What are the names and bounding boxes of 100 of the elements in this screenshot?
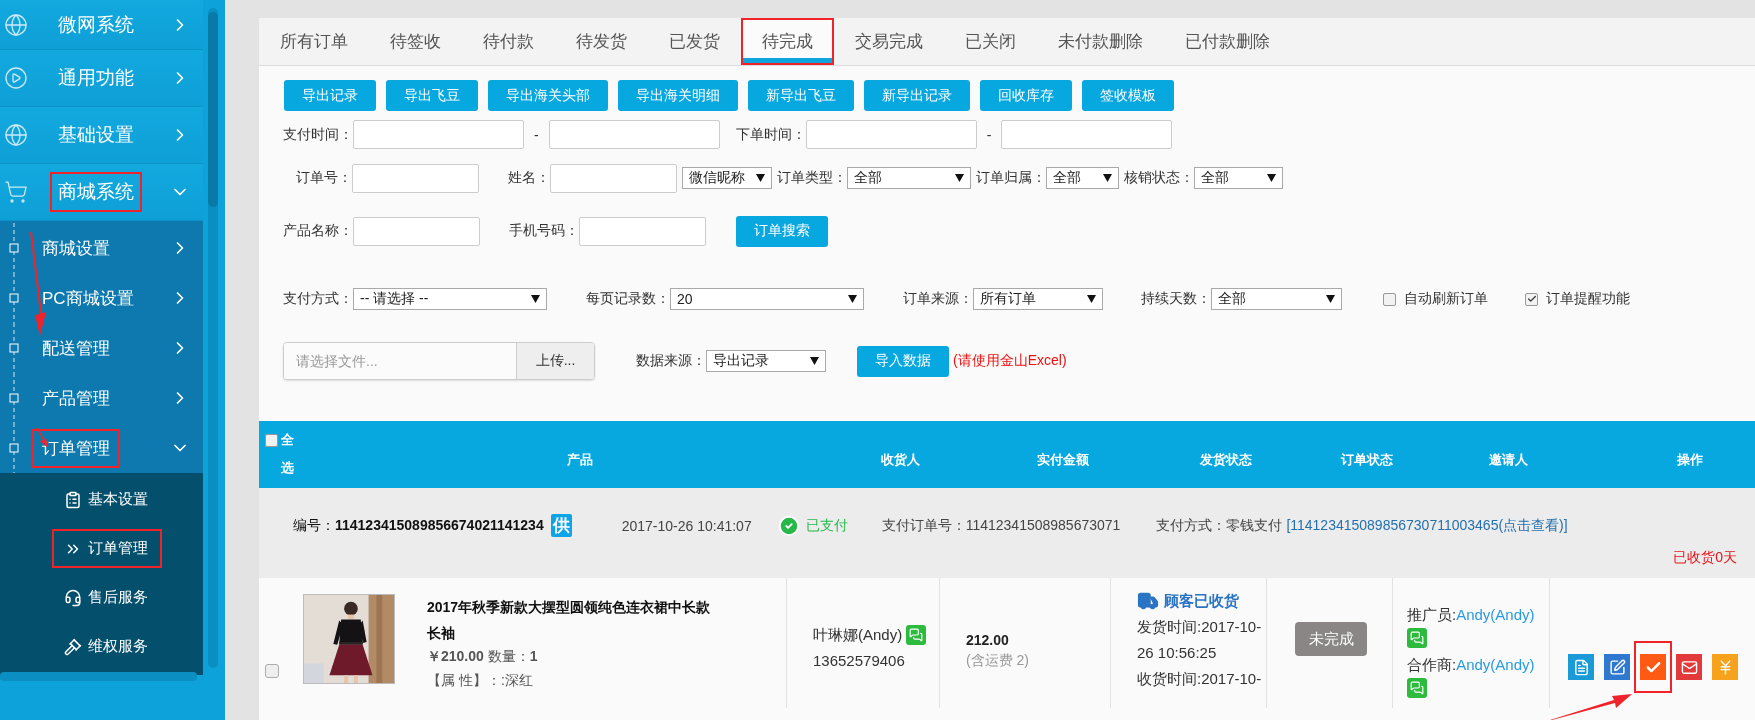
field-label: 产品名称： [283,222,353,240]
select-dropdown[interactable]: 导出记录 [706,350,826,372]
hint-text: (请使用金山Excel) [953,352,1067,370]
range-separator: - [534,126,539,143]
select-dropdown[interactable]: 全部 [847,167,971,189]
submenu-item[interactable]: 订单管理 [0,524,203,573]
checkbox[interactable] [265,664,279,678]
product-price: ￥210.00 数量：1 [427,648,539,666]
tab[interactable]: 待完成 [741,18,834,65]
date-input[interactable] [1001,120,1173,149]
scrollbar[interactable] [208,8,218,668]
text-input[interactable] [550,163,677,193]
tab[interactable]: 交易完成 [834,18,944,65]
submenu-item[interactable]: 商城设置 [0,223,203,273]
order-status-button[interactable]: 未完成 [1295,622,1367,656]
field-label: 手机号码： [509,222,579,240]
mail-action-button[interactable] [1676,654,1702,680]
select-dropdown[interactable]: 全部 [1194,167,1283,189]
inviter-role: 推广员: [1407,605,1457,625]
submenu-item[interactable]: 售后服务 [0,573,203,622]
price-action-button[interactable] [1712,654,1738,680]
complete-action-button[interactable] [1634,641,1672,693]
tree-branch-drawing [8,323,20,373]
receiver-phone: 13652579406 [813,651,906,671]
select-dropdown[interactable]: -- 请选择 -- [353,288,547,310]
menu-icon [4,66,28,90]
clipboard-icon [64,490,82,509]
tree-branch-drawing [8,423,20,473]
document-icon [1572,658,1590,676]
text-input[interactable] [353,216,480,246]
tab[interactable]: 未付款删除 [1037,18,1164,65]
shipping-status: 顾客已收货 [1164,591,1239,611]
select-dropdown[interactable]: 20 [670,288,864,310]
scrollbar[interactable] [0,672,197,681]
tab[interactable]: 待付款 [462,18,555,65]
select-dropdown[interactable]: 微信昵称 [682,167,772,189]
wechat-icon [1407,678,1427,698]
submenu-item[interactable]: 产品管理 [0,373,203,423]
submenu-item[interactable]: 维权服务 [0,622,203,671]
submenu-entry: 售后服务 [52,578,162,617]
shipping-fee: (含运费 2) [966,651,1030,670]
caret-icon [848,295,857,303]
submenu-item[interactable]: 基本设置 [0,475,203,524]
payment-status: 已支付 [805,516,848,535]
tab[interactable]: 已发货 [648,18,741,65]
field-label: 订单号： [296,169,352,187]
product-title: 2017年秋季新款大摆型圆领纯色连衣裙中长款长袖 [427,598,712,643]
caret-icon [1087,295,1096,303]
envelope-icon [1680,658,1698,676]
view-action-button[interactable] [1568,654,1594,680]
select-dropdown[interactable]: 全部 [1211,288,1342,310]
tab[interactable]: 已付款删除 [1164,18,1291,65]
tab[interactable]: 已关闭 [944,18,1037,65]
submenu-item[interactable]: PC商城设置 [0,273,203,323]
text-input[interactable] [579,216,706,246]
tab[interactable]: 待签收 [369,18,462,65]
tab[interactable]: 待发货 [555,18,648,65]
tab[interactable]: 所有订单 [259,18,369,65]
caret-icon [531,295,540,303]
text-input[interactable] [352,163,479,193]
column-header: 收货人 [880,450,921,469]
date-input[interactable] [805,120,977,149]
menu-label: 通用功能 [57,66,135,90]
wechat-icon [1407,628,1427,648]
caret-icon [1103,174,1112,182]
caret-icon [1267,174,1276,182]
range-separator: - [986,126,992,143]
field-label: 数据来源： [636,352,706,370]
upload-button[interactable]: 上传... [516,343,594,379]
tree-branch-drawing [8,373,20,423]
submenu-label: 配送管理 [41,337,111,360]
received-days: 已收货0天 [1673,549,1737,567]
menu-label: 微网系统 [57,12,135,37]
select-dropdown[interactable]: 所有订单 [973,288,1103,310]
paid-amount: 212.00 [966,631,1010,650]
field-label: 订单归属： [976,169,1046,187]
submenu-item[interactable]: 配送管理 [0,323,203,373]
pay-method: 支付方式：零钱支付 [1156,516,1283,535]
field-label: 每页记录数： [586,290,670,308]
select-dropdown[interactable]: 全部 [1046,167,1119,189]
receiver-name: 叶琳娜(Andy) [813,625,903,645]
checkbox[interactable] [265,434,278,448]
menu-icon [4,12,28,37]
field-label: 订单来源： [903,290,973,308]
product-attributes: 【属 性】：:深红 [427,672,534,690]
checkbox[interactable] [1525,292,1538,306]
field-label: 支付方式： [283,290,353,308]
submenu-entry: 基本设置 [52,480,162,519]
caret-icon [1326,295,1335,303]
checkbox[interactable] [1383,292,1396,306]
file-upload[interactable]: 请选择文件... 上传... [283,342,595,380]
caret-icon [810,357,819,365]
supplier-badge: 供 [550,514,572,537]
transaction-link[interactable]: [114123415089856730711003465(点击查看)] [1286,516,1568,535]
headset-icon [64,588,82,607]
date-input[interactable] [353,120,524,149]
menu-icon [4,180,28,204]
select-all-label: 全选 [281,431,294,477]
date-input[interactable] [548,120,720,149]
edit-action-button[interactable] [1604,654,1630,680]
